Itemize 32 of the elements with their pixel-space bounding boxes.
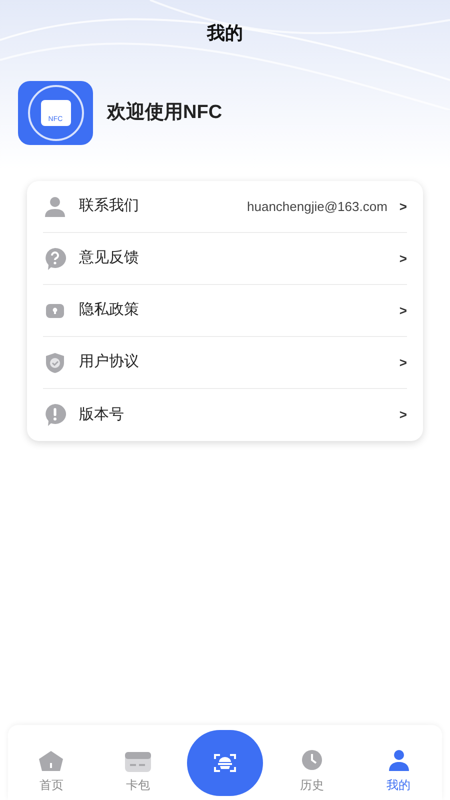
lock-icon	[46, 304, 64, 318]
clock-icon	[300, 748, 324, 772]
tab-item[interactable]: 我的	[355, 748, 442, 794]
menu-item[interactable]: 意见反馈 >	[43, 233, 407, 285]
tab-item[interactable]: 卡包	[94, 752, 182, 794]
welcome-text: 欢迎使用NFC	[107, 100, 222, 125]
tab-item[interactable]: 首页	[8, 750, 95, 794]
chevron: >	[399, 250, 407, 268]
chevron: >	[399, 302, 407, 320]
person-icon	[386, 748, 411, 772]
menu-item[interactable]: 隐私政策 >	[43, 285, 407, 337]
card-icon	[125, 752, 152, 772]
page-title: 我的	[207, 22, 243, 44]
tab-item[interactable]: 历史	[268, 748, 356, 794]
menu-label: 联系我们	[79, 196, 139, 216]
question-bubble-icon	[43, 246, 67, 270]
chevron: >	[399, 354, 407, 372]
scan-icon	[212, 752, 237, 774]
menu-label: 用户协议	[79, 352, 139, 372]
menu-item[interactable]: 版本号 >	[43, 389, 407, 441]
menu-item[interactable]: 用户协议 >	[43, 337, 407, 389]
menu-label: 隐私政策	[79, 300, 139, 320]
menu-label: 意见反馈	[79, 248, 139, 268]
menu-item[interactable]: 联系我们 huanchengjie@163.com >	[43, 181, 407, 233]
home-icon	[38, 750, 64, 772]
chevron: >	[399, 198, 407, 216]
chevron: >	[399, 406, 407, 424]
email-text: huanchengjie@163.com	[247, 198, 388, 216]
menu-label: 版本号	[79, 404, 124, 425]
person-icon	[44, 196, 66, 218]
shield-icon	[45, 352, 65, 374]
exclamation-bubble-icon	[43, 403, 67, 427]
